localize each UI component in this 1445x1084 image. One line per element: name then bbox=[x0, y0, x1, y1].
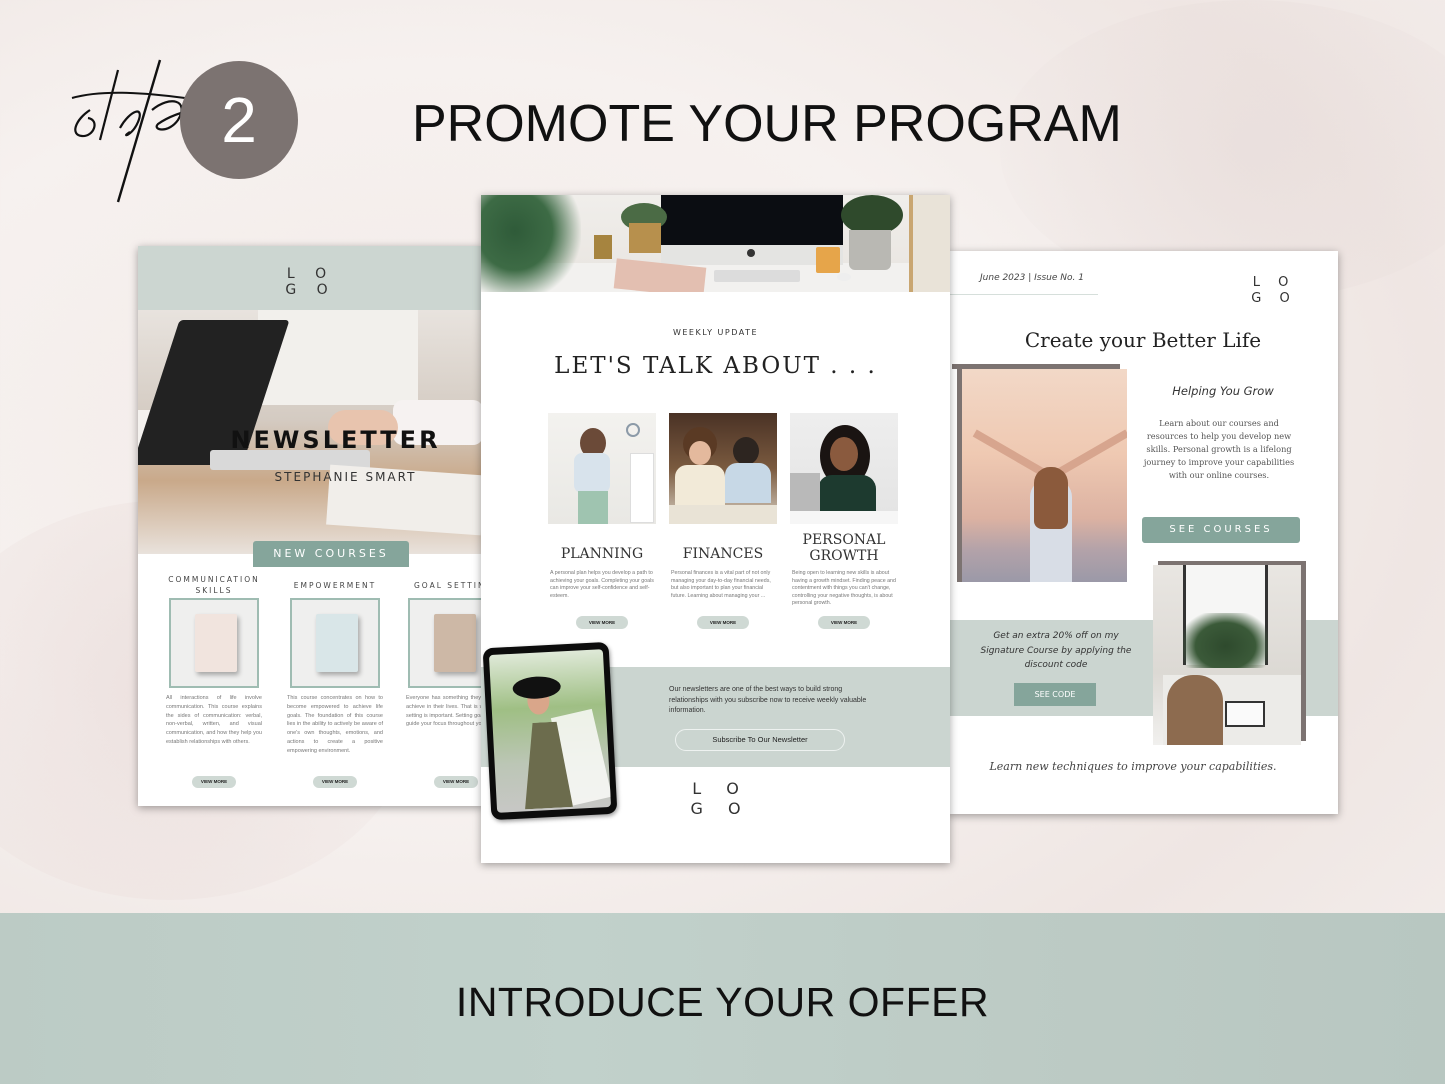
tablet-mockup bbox=[482, 641, 618, 821]
topic-photo-personal-growth bbox=[790, 413, 898, 524]
course-description: This course concentrates on how to becom… bbox=[287, 695, 383, 754]
newsletter-author: STEPHANIE SMART bbox=[274, 470, 417, 484]
logo-line: G O bbox=[1251, 291, 1297, 306]
newsletter-template-left: L O G O NEWSLETTER STEPHANIE SMART NEW C… bbox=[138, 246, 483, 806]
logo: L O G O bbox=[138, 266, 483, 298]
see-code-button[interactable]: SEE CODE bbox=[1014, 683, 1096, 706]
photo-hat bbox=[512, 675, 562, 700]
issue-label: June 2023 | Issue No. 1 bbox=[980, 273, 1084, 283]
footer-title: INTRODUCE YOUR OFFER bbox=[455, 979, 990, 1025]
topic-card: PLANNING A personal plan helps you devel… bbox=[548, 413, 656, 629]
logo-line: L O bbox=[286, 266, 335, 282]
banner-pot bbox=[849, 230, 891, 270]
see-courses-button[interactable]: SEE COURSES bbox=[1142, 517, 1300, 543]
banner-plant bbox=[841, 195, 903, 235]
photo-top bbox=[818, 475, 876, 513]
topic-description: Personal finances is a vital part of not… bbox=[671, 570, 771, 599]
topic-card: PERSONAL GROWTH Being open to learning n… bbox=[790, 413, 898, 629]
course-image bbox=[290, 598, 380, 688]
course-description: All interactions of life involve communi… bbox=[166, 695, 262, 745]
kicker-text: WEEKLY UPDATE bbox=[672, 328, 759, 337]
headline: LET'S TALK ABOUT . . . bbox=[554, 353, 877, 379]
subscribe-button[interactable]: Subscribe To Our Newsletter bbox=[675, 729, 845, 751]
course-title: COMMUNICATION SKILLS bbox=[168, 575, 260, 595]
banner-frame bbox=[909, 195, 950, 292]
photo-face bbox=[830, 437, 858, 471]
office-photo bbox=[1153, 565, 1301, 745]
course-package bbox=[316, 614, 358, 672]
view-more-button[interactable]: VIEW MORE bbox=[313, 776, 357, 788]
banner-pot bbox=[594, 235, 612, 259]
header-band: L O G O bbox=[138, 246, 483, 310]
photo-face bbox=[689, 441, 711, 465]
view-more-button[interactable]: VIEW MORE bbox=[818, 616, 870, 629]
photo-top bbox=[574, 453, 610, 493]
banner-keyboard bbox=[714, 270, 800, 282]
photo-arm bbox=[1056, 429, 1127, 477]
sunset-photo bbox=[957, 369, 1127, 582]
photo-plants bbox=[1183, 613, 1268, 668]
newsletter-title: NEWSLETTER bbox=[230, 426, 441, 454]
topic-name: PLANNING bbox=[560, 546, 644, 562]
view-more-button[interactable]: VIEW MORE bbox=[434, 776, 478, 788]
course-title: EMPOWERMENT bbox=[293, 580, 377, 590]
photo-hair bbox=[733, 437, 759, 465]
banner-mouse bbox=[837, 273, 851, 281]
headline: Create your Better Life bbox=[1024, 328, 1262, 352]
photo-woman bbox=[1167, 675, 1223, 745]
page-title: PROMOTE YOUR PROGRAM bbox=[412, 95, 1122, 153]
view-more-button[interactable]: VIEW MORE bbox=[697, 616, 749, 629]
course-card: COMMUNICATION SKILLS All interactions of… bbox=[164, 572, 264, 788]
banner-candle bbox=[816, 247, 840, 273]
topic-description: A personal plan helps you develop a path… bbox=[550, 570, 654, 599]
topic-name: PERSONAL GROWTH bbox=[802, 532, 886, 564]
section-description: Learn about our courses and resources to… bbox=[1143, 418, 1295, 480]
logo-line: G O bbox=[285, 282, 336, 298]
photo-table bbox=[669, 505, 777, 524]
topic-card: FINANCES Personal finances is a vital pa… bbox=[669, 413, 777, 629]
banner-palm bbox=[481, 195, 581, 292]
new-courses-button[interactable]: NEW COURSES bbox=[253, 541, 409, 567]
photo-hair bbox=[1034, 467, 1068, 529]
photo-shirt bbox=[725, 463, 771, 503]
offer-text: Get an extra 20% off on my Signature Cou… bbox=[980, 631, 1132, 670]
photo-sweater bbox=[675, 465, 725, 505]
banner-pot bbox=[629, 223, 661, 253]
topic-photo-finances bbox=[669, 413, 777, 524]
course-description: Everyone has something they want to achi… bbox=[406, 695, 483, 728]
photo-shelf bbox=[630, 453, 654, 523]
banner-apple-logo bbox=[747, 249, 755, 257]
course-package bbox=[434, 614, 476, 672]
photo-laptop bbox=[1225, 701, 1265, 727]
subscribe-text: Our newsletters are one of the best ways… bbox=[669, 686, 867, 714]
logo: L O G O bbox=[1248, 275, 1300, 307]
view-more-button[interactable]: VIEW MORE bbox=[576, 616, 628, 629]
course-image bbox=[408, 598, 483, 688]
divider bbox=[948, 294, 1098, 295]
hero-image-laptop: NEWSLETTER STEPHANIE SMART bbox=[138, 310, 483, 554]
photo-papers bbox=[790, 511, 898, 524]
course-card: GOAL SETTING Everyone has something they… bbox=[404, 572, 483, 788]
banner-image-desk bbox=[481, 195, 950, 292]
section-title: Helping You Grow bbox=[1172, 384, 1274, 398]
topic-description: Being open to learning new skills is abo… bbox=[792, 570, 896, 607]
course-title: GOAL SETTING bbox=[414, 580, 483, 590]
course-image bbox=[169, 598, 259, 688]
step-number-badge: 2 bbox=[180, 61, 298, 179]
photo-clock bbox=[626, 423, 640, 437]
course-package bbox=[195, 614, 237, 672]
newsletter-template-right: June 2023 | Issue No. 1 L O G O Create y… bbox=[948, 251, 1338, 814]
view-more-button[interactable]: VIEW MORE bbox=[192, 776, 236, 788]
tablet-photo-woman bbox=[488, 649, 612, 813]
topic-photo-planning bbox=[548, 413, 656, 524]
photo-pants bbox=[578, 491, 608, 524]
footer-band: INTRODUCE YOUR OFFER bbox=[0, 913, 1445, 1084]
closing-text: Learn new techniques to improve your cap… bbox=[989, 760, 1277, 773]
photo-arm bbox=[972, 429, 1046, 477]
topic-name: FINANCES bbox=[682, 546, 764, 562]
course-card: EMPOWERMENT This course concentrates on … bbox=[285, 572, 385, 788]
logo-line: L O bbox=[1252, 275, 1296, 290]
